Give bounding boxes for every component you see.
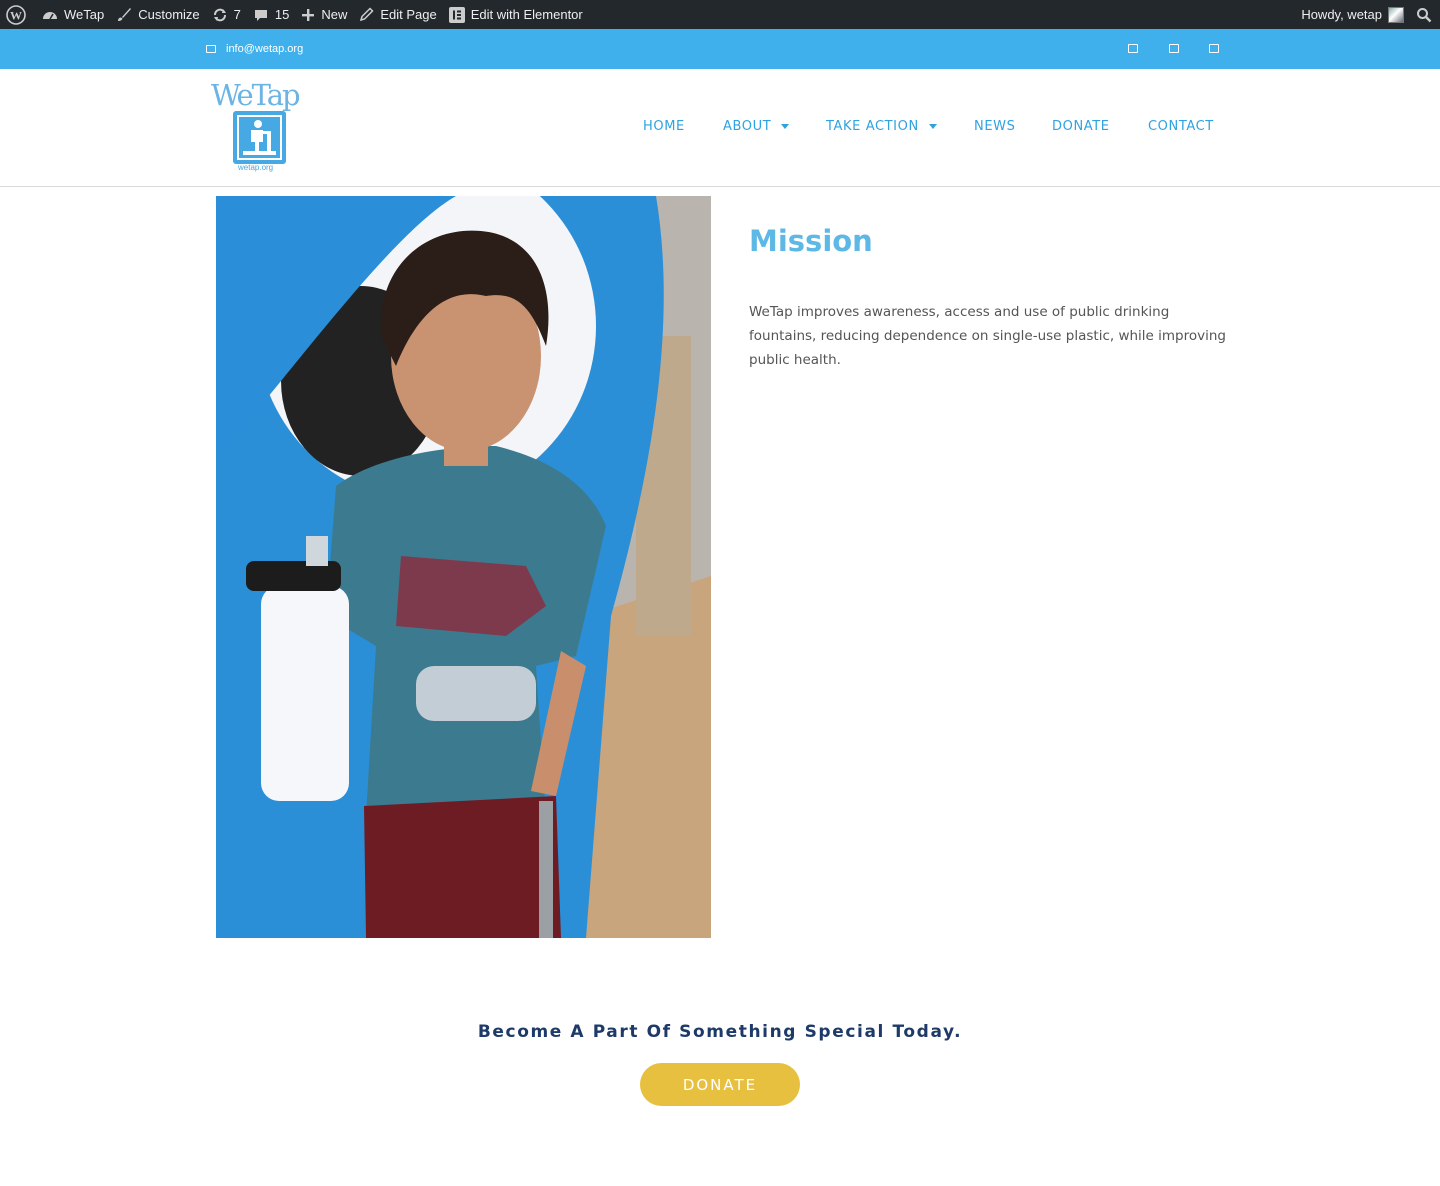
logo-url: wetap.org bbox=[238, 163, 274, 172]
top-info-bar: info@wetap.org bbox=[0, 29, 1440, 69]
nav-item-donate[interactable]: DONATE bbox=[1052, 119, 1110, 134]
nav-item-label: TAKE ACTION bbox=[826, 119, 919, 134]
nav-item-contact[interactable]: CONTACT bbox=[1148, 119, 1214, 134]
logo-wordmark: WeTap bbox=[211, 78, 301, 112]
site-name-label: WeTap bbox=[64, 7, 105, 22]
plus-icon bbox=[302, 8, 315, 21]
nav-item-news[interactable]: NEWS bbox=[974, 119, 1015, 134]
email-icon bbox=[206, 45, 216, 53]
admin-bar-site-link[interactable]: WeTap bbox=[36, 0, 110, 29]
admin-bar-search[interactable] bbox=[1410, 0, 1440, 29]
nav-item-label: NEWS bbox=[974, 119, 1016, 134]
edit-page-label: Edit Page bbox=[380, 7, 437, 22]
admin-bar-edit-page[interactable]: Edit Page bbox=[353, 0, 442, 29]
nav-item-label: ABOUT bbox=[723, 119, 772, 134]
admin-bar-account[interactable]: Howdy, wetap bbox=[1295, 0, 1410, 29]
updates-icon bbox=[213, 8, 226, 21]
site-header: WeTap wetap.org HOME ABOUT TAKE ACTION N… bbox=[0, 69, 1440, 187]
nav-item-label: CONTACT bbox=[1148, 119, 1214, 134]
nav-item-home[interactable]: HOME bbox=[643, 119, 685, 134]
social-icon-3[interactable] bbox=[1209, 44, 1219, 53]
admin-bar-customize[interactable]: Customize bbox=[110, 0, 205, 29]
email-link[interactable]: info@wetap.org bbox=[206, 29, 303, 69]
new-label: New bbox=[321, 7, 348, 22]
admin-bar: W WeTap Customize 7 15 New Edit Page Edi… bbox=[0, 0, 1440, 29]
elementor-label: Edit with Elementor bbox=[470, 7, 583, 22]
nav-item-label: DONATE bbox=[1052, 119, 1110, 134]
dashboard-icon bbox=[43, 11, 57, 19]
svg-text:W: W bbox=[10, 8, 22, 22]
search-icon bbox=[1417, 7, 1432, 22]
elementor-icon bbox=[448, 6, 465, 23]
email-text: info@wetap.org bbox=[226, 43, 304, 55]
nav-item-about[interactable]: ABOUT bbox=[723, 119, 790, 134]
avatar bbox=[1388, 6, 1404, 23]
cta-heading: Become A Part Of Something Special Today… bbox=[477, 1022, 963, 1042]
fountain-icon bbox=[233, 111, 286, 164]
wordpress-logo-icon[interactable]: W bbox=[0, 0, 36, 29]
admin-bar-elementor[interactable]: Edit with Elementor bbox=[443, 0, 589, 29]
howdy-label: Howdy, wetap bbox=[1301, 7, 1382, 22]
admin-bar-comments[interactable]: 15 bbox=[247, 0, 295, 29]
social-icon-2[interactable] bbox=[1169, 44, 1179, 53]
brush-icon bbox=[118, 7, 132, 21]
caret-down-icon bbox=[781, 124, 790, 129]
mission-description: WeTap improves awareness, access and use… bbox=[749, 304, 1226, 368]
admin-bar-new[interactable]: New bbox=[295, 0, 353, 29]
updates-count: 7 bbox=[233, 7, 241, 22]
admin-bar-updates[interactable]: 7 bbox=[206, 0, 247, 29]
donate-button[interactable]: DONATE bbox=[640, 1063, 800, 1106]
nav-item-label: HOME bbox=[643, 119, 685, 134]
social-icon-1[interactable] bbox=[1128, 44, 1138, 53]
caret-down-icon bbox=[928, 124, 937, 129]
customize-label: Customize bbox=[138, 7, 200, 22]
mission-photo bbox=[216, 196, 711, 938]
comments-count: 15 bbox=[274, 7, 290, 22]
mission-heading: Mission bbox=[749, 224, 873, 258]
nav-item-take-action[interactable]: TAKE ACTION bbox=[826, 119, 937, 134]
pencil-icon bbox=[360, 7, 374, 22]
site-logo[interactable]: WeTap wetap.org bbox=[206, 78, 306, 176]
comment-icon bbox=[254, 9, 267, 21]
